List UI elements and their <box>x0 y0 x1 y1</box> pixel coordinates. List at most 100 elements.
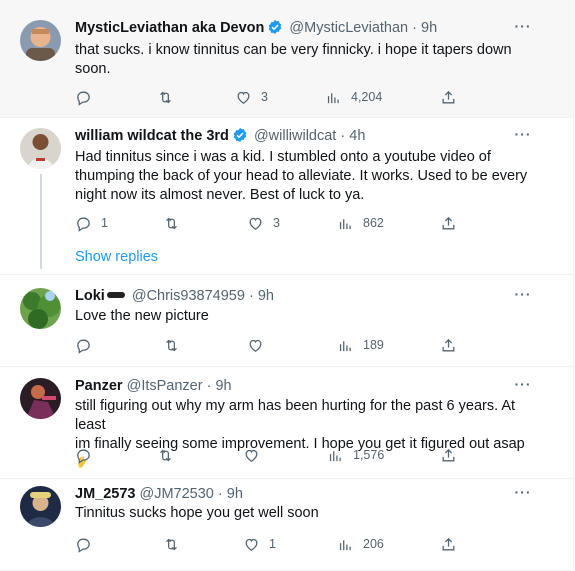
view-count: 206 <box>363 537 384 551</box>
share-button[interactable] <box>440 87 457 107</box>
separator-dot: · <box>217 486 223 502</box>
reply-count: 1 <box>101 216 108 230</box>
more-options-icon[interactable]: ··· <box>513 485 533 506</box>
more-options-icon[interactable]: ··· <box>513 377 533 398</box>
timestamp[interactable]: 9h <box>421 20 437 36</box>
share-button[interactable] <box>440 213 457 233</box>
like-button[interactable]: 3 <box>235 87 268 107</box>
views-button[interactable]: 1,576 <box>327 445 384 465</box>
timestamp[interactable]: 9h <box>258 288 274 304</box>
hockey-puck-emoji <box>106 292 125 298</box>
share-button[interactable] <box>440 534 457 554</box>
tweet-mysticleviathan[interactable]: MysticLeviathan aka Devon @MysticLeviath… <box>0 0 573 118</box>
avatar[interactable] <box>20 128 61 169</box>
tweet-panzer[interactable]: Panzer @ItsPanzer · 9h ··· still figurin… <box>0 366 573 479</box>
reply-button[interactable] <box>75 335 92 355</box>
more-options-icon[interactable]: ··· <box>513 19 533 40</box>
like-button[interactable] <box>243 445 260 465</box>
view-count: 1,576 <box>353 448 385 462</box>
tweet-text-line: Had tinnitus since i was a kid. I stumbl… <box>75 149 491 165</box>
show-replies-link[interactable]: Show replies <box>75 249 158 265</box>
like-button[interactable]: 3 <box>247 213 280 233</box>
separator-dot: · <box>340 128 346 144</box>
like-count: 1 <box>269 537 276 551</box>
user-handle[interactable]: @Chris93874959 <box>132 288 245 304</box>
share-button[interactable] <box>440 445 457 465</box>
tweet-header: JM_2573 @JM72530 · 9h <box>75 484 533 504</box>
heart-icon <box>237 91 250 104</box>
like-button[interactable]: 1 <box>243 534 276 554</box>
timestamp[interactable]: 9h <box>215 378 231 394</box>
reply-button[interactable]: 1 <box>75 213 108 233</box>
reply-button[interactable] <box>75 534 92 554</box>
views-icon <box>327 92 339 103</box>
share-icon <box>442 448 455 461</box>
user-handle[interactable]: @MysticLeviathan <box>289 20 408 36</box>
tweet-text: Tinnitus sucks hope you get well soon <box>75 504 533 523</box>
display-name[interactable]: Panzer <box>75 378 123 394</box>
avatar[interactable] <box>20 486 61 527</box>
display-name[interactable]: MysticLeviathan aka Devon <box>75 20 264 36</box>
tweet-text-line: that sucks. i know tinnitus can be very … <box>75 42 512 58</box>
tweet-text-line: Love the new picture <box>75 308 209 324</box>
share-icon <box>442 90 455 103</box>
tweet-text: Love the new picture <box>75 307 533 326</box>
tweet-loki[interactable]: Loki @Chris93874959 · 9h ··· Love the ne… <box>0 274 573 367</box>
verified-badge-icon <box>232 127 248 146</box>
more-options-icon[interactable]: ··· <box>513 287 533 308</box>
timestamp[interactable]: 9h <box>227 486 243 502</box>
retweet-button[interactable] <box>157 445 174 465</box>
separator-dot: · <box>248 288 254 304</box>
retweet-button[interactable] <box>157 87 174 107</box>
display-name[interactable]: william wildcat the 3rd <box>75 128 229 144</box>
retweet-button[interactable] <box>163 213 180 233</box>
thread-line <box>40 174 42 269</box>
retweet-icon <box>166 538 177 550</box>
tweet-header: william wildcat the 3rd @williwildcat · … <box>75 126 533 146</box>
views-button[interactable]: 206 <box>337 534 384 554</box>
user-handle[interactable]: @ItsPanzer <box>127 378 203 394</box>
view-count: 4,204 <box>351 90 383 104</box>
views-button[interactable]: 4,204 <box>325 87 382 107</box>
retweet-icon <box>166 339 177 351</box>
retweet-button[interactable] <box>163 335 180 355</box>
tweet-text-line: still figuring out why my arm has been h… <box>75 398 516 433</box>
retweet-icon <box>166 217 177 229</box>
avatar[interactable] <box>20 378 61 419</box>
like-button[interactable] <box>247 335 264 355</box>
separator-dot: · <box>412 20 417 36</box>
tweet-actions: 1 3 862 <box>75 213 475 233</box>
timestamp[interactable]: 4h <box>349 128 365 144</box>
tweet-actions: 1 206 <box>75 534 475 554</box>
views-button[interactable]: 189 <box>337 335 384 355</box>
user-handle[interactable]: @williwildcat <box>254 128 336 144</box>
more-options-icon[interactable]: ··· <box>513 127 533 148</box>
tweet-actions: 189 <box>75 335 475 355</box>
share-icon <box>442 216 455 229</box>
reply-icon <box>77 538 90 553</box>
user-handle[interactable]: @JM72530 <box>140 486 214 502</box>
tweet-actions: 1,576 <box>75 445 475 465</box>
share-icon <box>442 338 455 351</box>
display-name[interactable]: JM_2573 <box>75 486 135 502</box>
tweet-text-line: soon. <box>75 61 111 77</box>
retweet-button[interactable] <box>163 534 180 554</box>
reply-button[interactable] <box>75 87 92 107</box>
display-name[interactable]: Loki <box>75 288 105 304</box>
avatar[interactable] <box>20 20 61 61</box>
heart-icon <box>245 538 258 551</box>
tweet-header: Panzer @ItsPanzer · 9h <box>75 376 533 396</box>
avatar[interactable] <box>20 288 61 329</box>
like-count: 3 <box>261 90 268 104</box>
reply-button[interactable] <box>75 445 92 465</box>
verified-badge-icon <box>267 19 283 38</box>
tweet-jm2573[interactable]: JM_2573 @JM72530 · 9h ··· Tinnitus sucks… <box>0 478 573 571</box>
tweet-text: Had tinnitus since i was a kid. I stumbl… <box>75 148 533 205</box>
view-count: 189 <box>363 338 384 352</box>
reply-icon <box>77 217 90 232</box>
view-count: 862 <box>363 216 384 230</box>
share-button[interactable] <box>440 335 457 355</box>
tweet-actions: 3 4,204 <box>75 87 475 107</box>
tweet-williwildcat[interactable]: william wildcat the 3rd @williwildcat · … <box>0 117 573 275</box>
views-button[interactable]: 862 <box>337 213 384 233</box>
